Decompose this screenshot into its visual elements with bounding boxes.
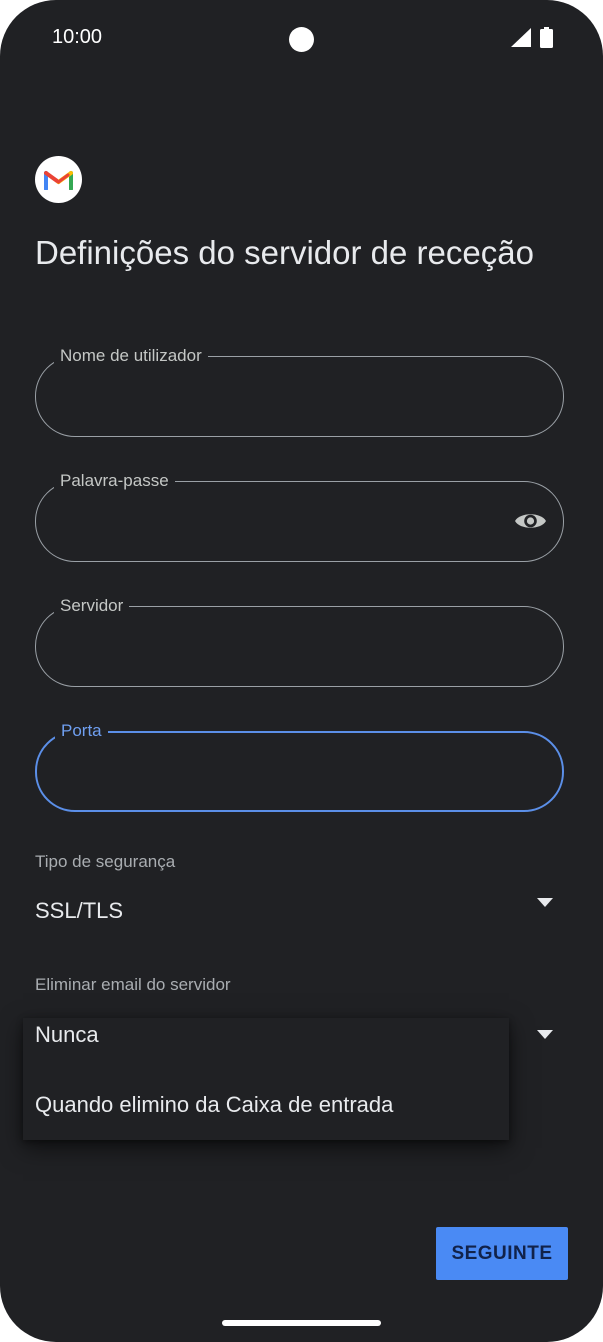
- delete-from-server-label: Eliminar email do servidor: [35, 975, 231, 994]
- status-time: 10:00: [52, 26, 103, 48]
- password-field[interactable]: Palavra-passe: [35, 470, 564, 562]
- dropdown-arrow-icon[interactable]: [537, 898, 553, 907]
- battery-icon: [540, 27, 553, 48]
- camera-cutout: [289, 27, 314, 52]
- server-label: Servidor: [54, 595, 130, 617]
- phone-screen: 10:00 Definições do servidor de receção …: [0, 0, 603, 1342]
- status-bar: 10:00: [0, 0, 603, 78]
- port-input[interactable]: [61, 753, 495, 793]
- eye-icon[interactable]: [514, 510, 547, 532]
- next-button[interactable]: SEGUINTE: [436, 1227, 568, 1280]
- password-input[interactable]: [60, 502, 494, 542]
- port-label: Porta: [55, 720, 108, 742]
- signal-icon: [511, 28, 531, 47]
- option-when-deleted-from-inbox[interactable]: Quando elimino da Caixa de entrada: [35, 1092, 393, 1118]
- security-type-label: Tipo de segurança: [35, 852, 176, 871]
- dropdown-arrow-icon[interactable]: [537, 1030, 553, 1039]
- home-indicator[interactable]: [222, 1320, 381, 1326]
- security-type-value[interactable]: SSL/TLS: [35, 898, 123, 924]
- option-never[interactable]: Nunca: [35, 1022, 99, 1048]
- page-title: Definições do servidor de receção: [35, 234, 534, 271]
- delete-from-server-dropdown-menu: Nunca Quando elimino da Caixa de entrada: [23, 1018, 509, 1140]
- server-field[interactable]: Servidor: [35, 595, 564, 687]
- port-field[interactable]: Porta: [35, 720, 564, 812]
- server-input[interactable]: [60, 627, 494, 667]
- username-label: Nome de utilizador: [54, 345, 208, 367]
- username-field[interactable]: Nome de utilizador: [35, 345, 564, 437]
- gmail-logo-icon: [35, 156, 82, 203]
- password-label: Palavra-passe: [54, 470, 175, 492]
- username-input[interactable]: [60, 377, 494, 417]
